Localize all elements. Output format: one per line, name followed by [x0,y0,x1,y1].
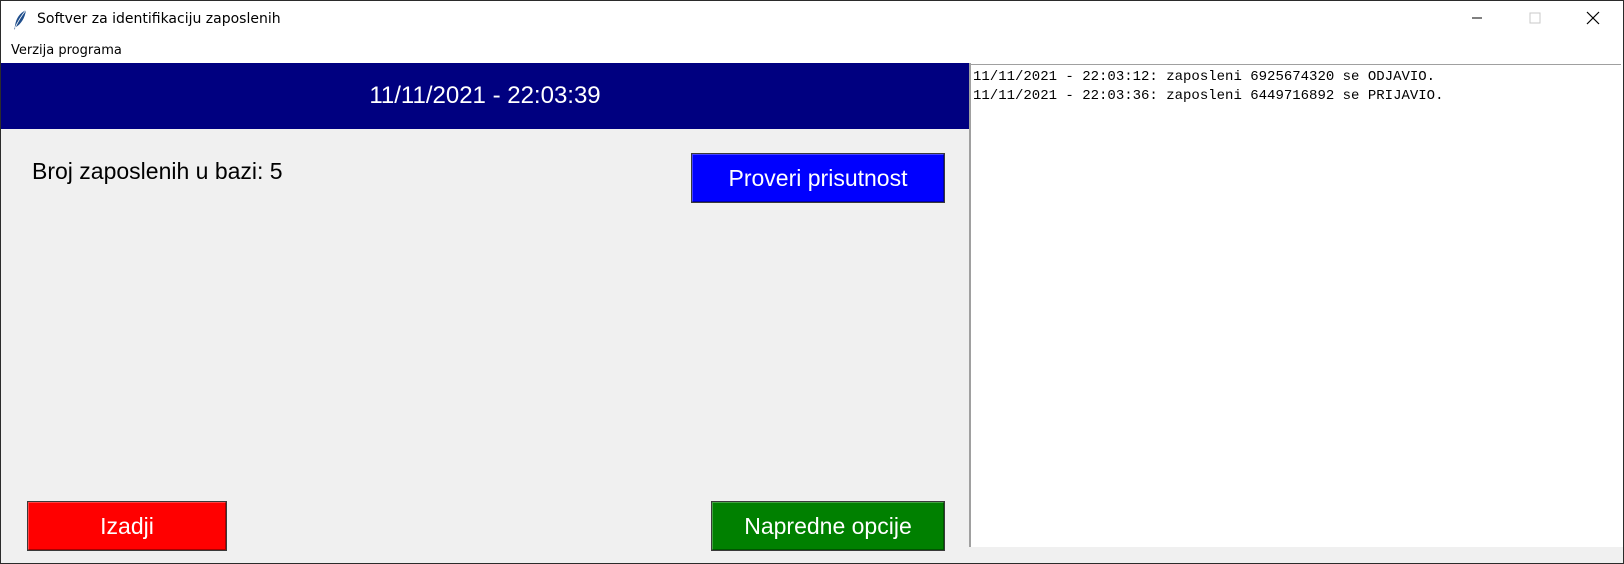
datetime-banner: 11/11/2021 - 22:03:39 [1,63,969,129]
log-line: 11/11/2021 - 22:03:12: zaposleni 6925674… [973,69,1436,85]
app-window: Softver za identifikaciju zaposlenih Ver… [0,0,1624,564]
title-bar[interactable]: Softver za identifikaciju zaposlenih [1,1,1623,39]
bottom-strip [969,547,1623,563]
close-button[interactable] [1564,1,1622,39]
exit-button[interactable]: Izadji [27,501,227,551]
menu-item-version[interactable]: Verzija programa [11,43,122,58]
close-icon [1586,11,1600,30]
main-panel: 11/11/2021 - 22:03:39 Broj zaposlenih u … [1,63,969,563]
maximize-button[interactable] [1506,1,1564,39]
maximize-icon [1529,11,1541,29]
log-textarea[interactable]: 11/11/2021 - 22:03:12: zaposleni 6925674… [971,64,1621,547]
check-presence-button[interactable]: Proveri prisutnost [691,153,945,203]
advanced-options-button[interactable]: Napredne opcije [711,501,945,551]
employee-count-label: Broj zaposlenih u bazi: 5 [32,158,283,184]
feather-icon [11,9,29,31]
window-title: Softver za identifikaciju zaposlenih [37,11,281,27]
minimize-button[interactable] [1448,1,1506,39]
log-line: 11/11/2021 - 22:03:36: zaposleni 6449716… [973,88,1444,104]
menu-bar: Verzija programa [1,39,1623,63]
minimize-icon [1471,11,1483,29]
